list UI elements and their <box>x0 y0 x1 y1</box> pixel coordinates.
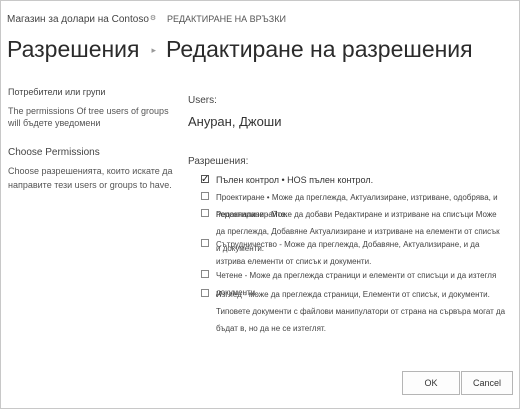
permissions-section-info: Choose Permissions Choose разрешенията, … <box>8 147 178 192</box>
permission-checkbox[interactable] <box>201 209 209 217</box>
edit-links-link[interactable]: РЕДАКТИРАНЕ НА ВРЪЗКИ <box>167 14 286 24</box>
page-title: Разрешения ▸ Редактиране на разрешения <box>7 36 473 63</box>
users-section-info: Потребители или групи The permissions Of… <box>8 87 178 129</box>
permission-checkbox[interactable] <box>201 171 209 188</box>
cancel-button[interactable]: Cancel <box>461 371 513 395</box>
permissions-section-desc: Choose разрешенията, които искате да нап… <box>8 166 173 190</box>
permissions-label: Разрешения: <box>188 156 249 167</box>
permission-option-view[interactable]: Изглед - може да преглежда страници, Еле… <box>201 286 506 337</box>
permissions-block: Разрешения: <box>188 156 508 167</box>
gear-icon: ⚙ <box>149 15 157 22</box>
permission-option-full-control[interactable]: Пълен контрол • HOS пълен контрол. <box>201 171 506 189</box>
permission-option-contribute[interactable]: Сътрудничество - Може да преглежда, Доба… <box>201 236 506 270</box>
ok-button[interactable]: OK <box>402 371 460 395</box>
permission-label: Сътрудничество - Може да преглежда, Доба… <box>216 240 480 266</box>
permission-label: Пълен контрол • HOS пълен контрол. <box>216 175 374 185</box>
users-label: Users: <box>188 95 217 106</box>
permission-checkbox[interactable] <box>201 192 209 200</box>
site-link[interactable]: Магазин за долари на Contoso <box>7 14 149 25</box>
breadcrumb-current: Редактиране на разрешения <box>166 36 473 62</box>
permission-label: Изглед - може да преглежда страници, Еле… <box>216 290 506 333</box>
permissions-section-title: Choose Permissions <box>8 147 100 158</box>
permission-checkbox[interactable] <box>201 239 209 247</box>
permission-checkbox[interactable] <box>201 270 209 278</box>
breadcrumb-root[interactable]: Разрешения <box>7 36 140 62</box>
users-value: Ануран, Джоши <box>188 114 282 129</box>
users-section-desc: The permissions Of tree users of groups … <box>8 106 169 128</box>
users-block: Users: Ануран, Джоши <box>188 95 508 129</box>
users-section-title: Потребители или групи <box>8 87 106 97</box>
top-bar: Магазин за долари на Contoso⚙ РЕДАКТИРАН… <box>7 14 286 25</box>
permission-checkbox[interactable] <box>201 289 209 297</box>
breadcrumb-separator-icon: ▸ <box>151 45 157 56</box>
